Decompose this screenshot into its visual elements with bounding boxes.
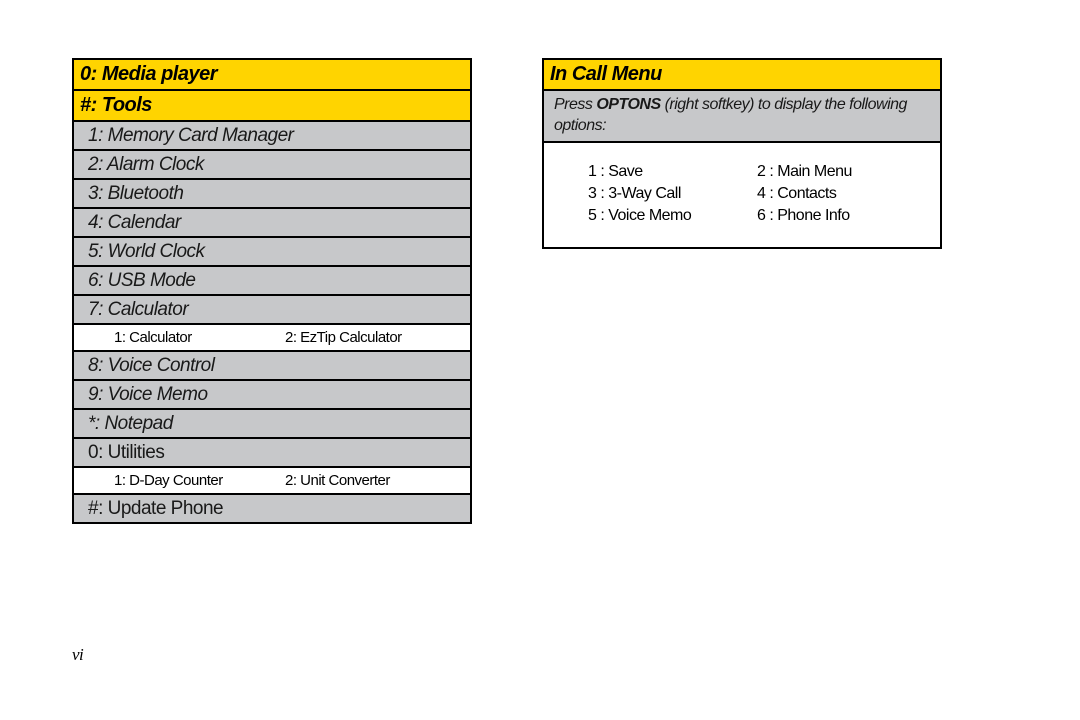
left-column: 0: Media player #: Tools 1: Memory Card … [72, 58, 472, 524]
list-item: 3: Bluetooth [74, 178, 470, 207]
option-item: 1 : Save [588, 163, 757, 181]
option-item: 3 : 3-Way Call [588, 185, 757, 203]
utilities-subitems: 1: D-Day Counter 2: Unit Converter [74, 466, 470, 493]
list-item-update-phone: #: Update Phone [74, 493, 470, 522]
list-item-utilities: 0: Utilities [74, 437, 470, 466]
tools-header: #: Tools [74, 89, 470, 120]
in-call-menu-header: In Call Menu [544, 60, 940, 89]
option-item: 2 : Main Menu [757, 163, 926, 181]
list-item: 2: Alarm Clock [74, 149, 470, 178]
option-item: 6 : Phone Info [757, 207, 926, 225]
list-item: 6: USB Mode [74, 265, 470, 294]
in-call-options-grid: 1 : Save 2 : Main Menu 3 : 3-Way Call 4 … [544, 141, 940, 247]
sub-item: 1: D-Day Counter [114, 472, 285, 489]
list-item: 5: World Clock [74, 236, 470, 265]
tools-menu-box: 0: Media player #: Tools 1: Memory Card … [72, 58, 472, 524]
option-item: 5 : Voice Memo [588, 207, 757, 225]
in-call-instruction: Press OPTONS (right softkey) to display … [544, 89, 940, 141]
list-item: *: Notepad [74, 408, 470, 437]
sub-item: 2: EzTip Calculator [285, 329, 456, 346]
sub-item: 2: Unit Converter [285, 472, 456, 489]
list-item: 4: Calendar [74, 207, 470, 236]
right-column: In Call Menu Press OPTONS (right softkey… [542, 58, 942, 524]
list-item: 9: Voice Memo [74, 379, 470, 408]
list-item: 1: Memory Card Manager [74, 120, 470, 149]
instruction-text-bold: OPTONS [596, 96, 660, 113]
instruction-text-pre: Press [554, 96, 596, 113]
in-call-menu-box: In Call Menu Press OPTONS (right softkey… [542, 58, 942, 249]
calculator-subitems: 1: Calculator 2: EzTip Calculator [74, 323, 470, 350]
option-item: 4 : Contacts [757, 185, 926, 203]
sub-item: 1: Calculator [114, 329, 285, 346]
list-item: 7: Calculator [74, 294, 470, 323]
list-item: 8: Voice Control [74, 350, 470, 379]
media-player-header: 0: Media player [74, 60, 470, 89]
page-number: vi [72, 645, 83, 665]
